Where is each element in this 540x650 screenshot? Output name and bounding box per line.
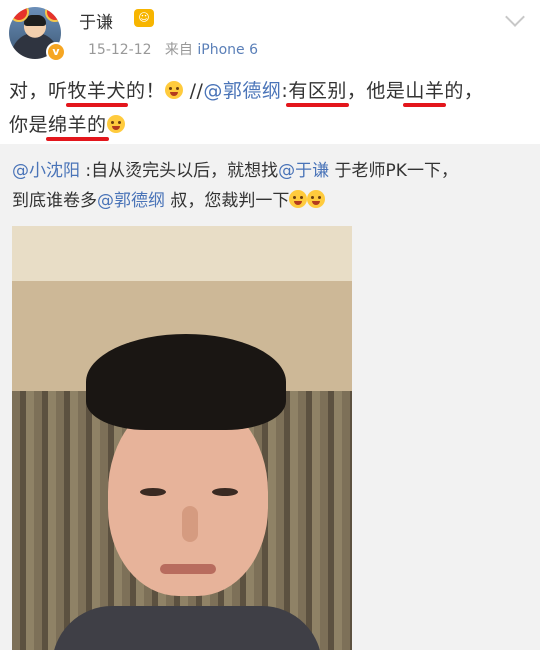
mention-link[interactable]: @郭德纲 xyxy=(203,80,281,102)
repost-text-part: :自从烫完头以后，就想找 xyxy=(80,161,279,181)
verified-badge-icon: v xyxy=(46,42,66,62)
photo-wall xyxy=(12,226,352,281)
repost-card[interactable]: @小沈阳 :自从烫完头以后，就想找@于谦 于老师PK一下， 到底谁卷多@郭德纲 … xyxy=(0,144,540,650)
underlined-text: 绵羊的 xyxy=(46,108,109,142)
laughing-emoji-icon xyxy=(106,115,125,133)
post-text-part: 的！ xyxy=(126,80,166,102)
post-text-part: 的， xyxy=(444,80,484,102)
mention-link[interactable]: @郭德纲 xyxy=(97,191,165,211)
thinking-emoji-icon xyxy=(307,190,326,208)
underlined-text: 牧羊犬 xyxy=(65,74,128,108)
post-meta: 15-12-12 来自 iPhone 6 xyxy=(88,39,258,59)
photo-shirt xyxy=(52,606,322,650)
grin-emoji-icon xyxy=(289,190,308,208)
post-header: v 于谦 ☺ 15-12-12 来自 iPhone 6 xyxy=(0,0,540,66)
mention-link[interactable]: @小沈阳 xyxy=(12,161,80,181)
user-name[interactable]: 于谦 xyxy=(79,8,113,33)
repost-text-part: 于老师PK一下， xyxy=(329,161,458,181)
photo-eye-right xyxy=(212,488,238,496)
underlined-text: 有区别 xyxy=(286,74,349,108)
avatar-decoration-right xyxy=(45,7,61,22)
post-source-prefix: 来自 xyxy=(164,42,193,58)
repost-text-part: 到底谁卷多 xyxy=(12,191,97,211)
post-source[interactable]: iPhone 6 xyxy=(197,42,258,58)
post-text-part: 对，听 xyxy=(9,80,68,102)
repost-photo[interactable] xyxy=(12,226,352,650)
post-text-part: ，他是 xyxy=(346,80,406,102)
vip-badge-icon: ☺ xyxy=(134,9,154,27)
photo-eye-left xyxy=(140,488,166,496)
repost-text: @小沈阳 :自从烫完头以后，就想找@于谦 于老师PK一下， 到底谁卷多@郭德纲 … xyxy=(12,156,527,216)
tongue-emoji-icon xyxy=(165,81,184,99)
post-text-part: 你是 xyxy=(9,114,49,136)
chevron-down-icon[interactable] xyxy=(505,7,525,27)
repost-text-part: 叔，您裁判一下 xyxy=(165,191,290,211)
photo-nose xyxy=(182,506,198,542)
underlined-text: 山羊 xyxy=(403,74,447,108)
photo-hair xyxy=(86,334,286,430)
post-text-part: : xyxy=(281,80,289,102)
post-time: 15-12-12 xyxy=(88,42,152,58)
mention-link[interactable]: @于谦 xyxy=(278,161,329,181)
post-body: 对，听牧羊犬的！ //@郭德纲:有区别，他是山羊的， 你是绵羊的 xyxy=(9,74,524,142)
photo-mouth xyxy=(160,564,216,574)
repost-separator: // xyxy=(183,80,204,102)
